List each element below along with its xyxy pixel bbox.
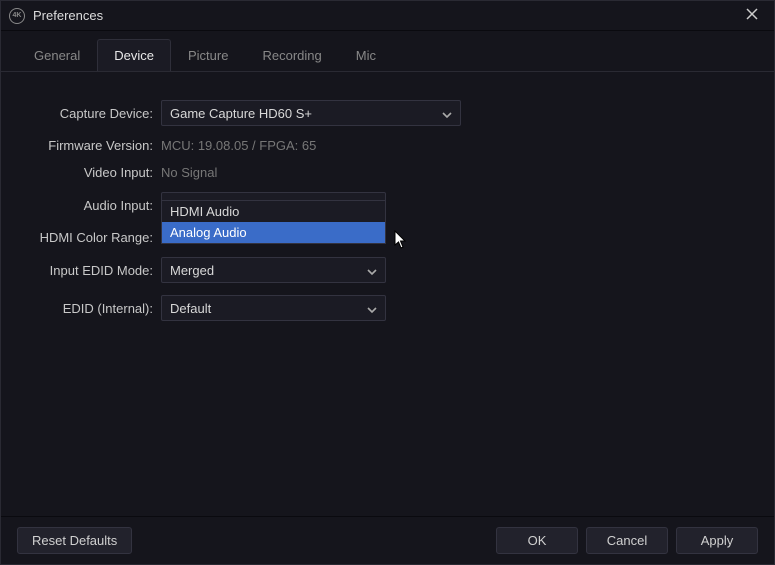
edid-internal-value: Default: [170, 301, 211, 316]
tab-device[interactable]: Device: [97, 39, 171, 71]
close-icon: [746, 8, 758, 23]
tab-mic[interactable]: Mic: [339, 39, 393, 71]
footer: Reset Defaults OK Cancel Apply: [1, 516, 774, 564]
video-input-label: Video Input:: [21, 165, 161, 180]
tab-general[interactable]: General: [17, 39, 97, 71]
audio-input-label: Audio Input:: [21, 198, 161, 213]
input-edid-mode-label: Input EDID Mode:: [21, 263, 161, 278]
ok-button[interactable]: OK: [496, 527, 578, 554]
chevron-down-icon: [367, 303, 377, 313]
reset-defaults-button[interactable]: Reset Defaults: [17, 527, 132, 554]
audio-option-hdmi[interactable]: HDMI Audio: [162, 201, 385, 222]
window-title: Preferences: [33, 8, 103, 23]
capture-device-select[interactable]: Game Capture HD60 S+: [161, 100, 461, 126]
tabbar: General Device Picture Recording Mic: [1, 31, 774, 72]
content-area: Capture Device: Game Capture HD60 S+ Fir…: [1, 72, 774, 516]
hdmi-color-range-label: HDMI Color Range:: [21, 230, 161, 245]
video-input-value: No Signal: [161, 165, 217, 180]
titlebar: 4K Preferences: [1, 1, 774, 31]
capture-device-label: Capture Device:: [21, 106, 161, 121]
input-edid-mode-select[interactable]: Merged: [161, 257, 386, 283]
audio-option-analog[interactable]: Analog Audio: [162, 222, 385, 243]
edid-internal-label: EDID (Internal):: [21, 301, 161, 316]
app-icon: 4K: [9, 8, 25, 24]
audio-input-dropdown: HDMI Audio Analog Audio: [161, 200, 386, 244]
chevron-down-icon: [442, 108, 452, 118]
edid-internal-select[interactable]: Default: [161, 295, 386, 321]
close-button[interactable]: [738, 2, 766, 30]
capture-device-value: Game Capture HD60 S+: [170, 106, 312, 121]
tab-picture[interactable]: Picture: [171, 39, 245, 71]
tab-recording[interactable]: Recording: [245, 39, 338, 71]
input-edid-mode-value: Merged: [170, 263, 214, 278]
apply-button[interactable]: Apply: [676, 527, 758, 554]
preferences-window: 4K Preferences General Device Picture Re…: [0, 0, 775, 565]
chevron-down-icon: [367, 265, 377, 275]
firmware-version-label: Firmware Version:: [21, 138, 161, 153]
cancel-button[interactable]: Cancel: [586, 527, 668, 554]
firmware-version-value: MCU: 19.08.05 / FPGA: 65: [161, 138, 316, 153]
